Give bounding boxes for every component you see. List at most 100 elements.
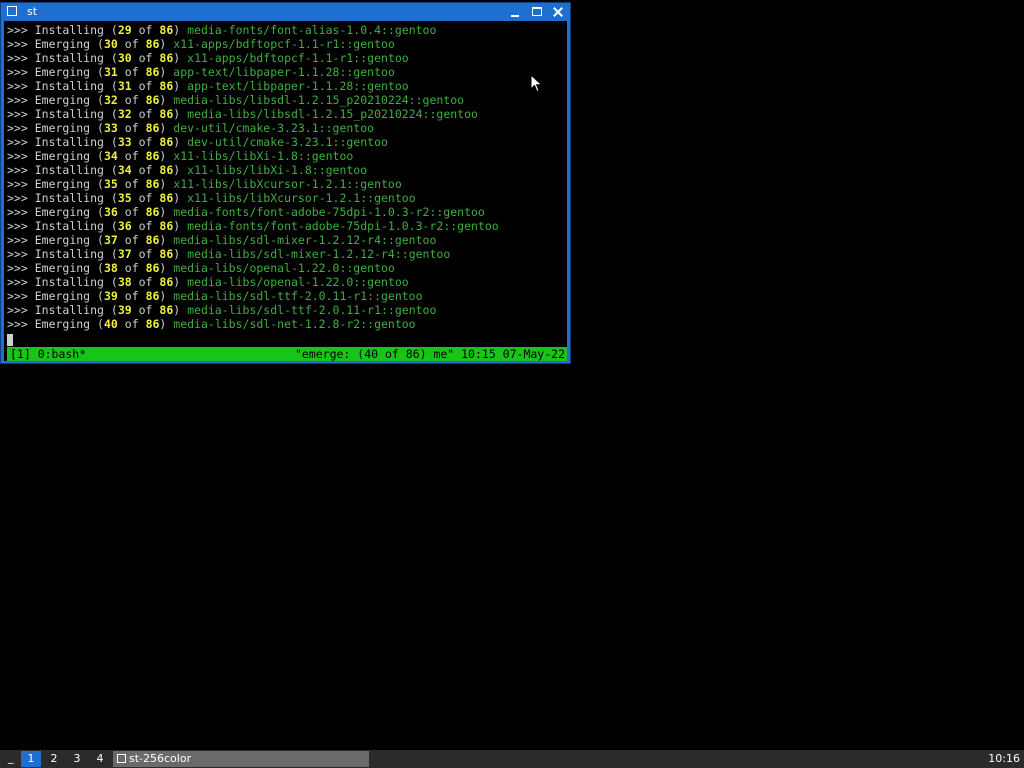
terminal-line-of: of <box>138 163 153 177</box>
terminal-line-of: of <box>124 233 139 247</box>
minimize-button[interactable] <box>507 4 523 20</box>
window-icon <box>117 754 126 763</box>
terminal-line-verb: Installing <box>34 191 104 205</box>
terminal-line-prefix: >>> <box>7 247 28 261</box>
terminal-line: >>> Emerging (32 of 86) media-libs/libsd… <box>7 93 465 107</box>
terminal-line-package: media-libs/openal-1.22.0::gentoo <box>187 275 409 289</box>
terminal-line: >>> Installing (33 of 86) dev-util/cmake… <box>7 135 388 149</box>
terminal-line-total: 86 <box>159 191 174 205</box>
terminal-line-verb: Emerging <box>34 289 91 303</box>
terminal-line-total: 86 <box>145 261 160 275</box>
terminal-line: >>> Installing (30 of 86) x11-apps/bdfto… <box>7 51 409 65</box>
terminal-line-verb: Installing <box>34 135 104 149</box>
terminal-line-verb: Emerging <box>34 37 91 51</box>
terminal-line-of: of <box>124 93 139 107</box>
terminal-window[interactable]: st >>> Installing (29 of 86) media-fonts… <box>0 2 571 364</box>
terminal-line-prefix: >>> <box>7 65 28 79</box>
terminal-line-package: media-libs/sdl-net-1.2.8-r2::gentoo <box>173 317 416 331</box>
terminal-line-counter: 36 <box>103 205 118 219</box>
terminal-output: >>> Installing (29 of 86) media-fonts/fo… <box>7 23 499 331</box>
terminal-line-of: of <box>124 205 139 219</box>
terminal-line-of: of <box>138 23 153 37</box>
panel-clock: 10:16 <box>988 752 1020 765</box>
terminal-line-prefix: >>> <box>7 51 28 65</box>
terminal-line-of: of <box>124 177 139 191</box>
terminal-line-of: of <box>138 191 153 205</box>
terminal-line-prefix: >>> <box>7 135 28 149</box>
terminal-line-total: 86 <box>145 317 160 331</box>
terminal-line-package: media-fonts/font-alias-1.0.4::gentoo <box>187 23 437 37</box>
terminal-line-of: of <box>124 37 139 51</box>
terminal-line: >>> Emerging (30 of 86) x11-apps/bdftopc… <box>7 37 395 51</box>
terminal-line-prefix: >>> <box>7 303 28 317</box>
terminal-line-prefix: >>> <box>7 233 28 247</box>
terminal-line-prefix: >>> <box>7 261 28 275</box>
window-titlebar[interactable]: st <box>1 3 570 21</box>
terminal-line-prefix: >>> <box>7 121 28 135</box>
terminal-line: >>> Emerging (37 of 86) media-libs/sdl-m… <box>7 233 437 247</box>
terminal-line-verb: Emerging <box>34 233 91 247</box>
terminal-line-package: dev-util/cmake-3.23.1::gentoo <box>173 121 375 135</box>
maximize-button[interactable] <box>529 4 545 20</box>
close-button[interactable] <box>550 4 566 20</box>
terminal-line: >>> Emerging (40 of 86) media-libs/sdl-n… <box>7 317 416 331</box>
terminal-line-total: 86 <box>159 51 174 65</box>
terminal-line-counter: 35 <box>103 177 118 191</box>
terminal-line-total: 86 <box>159 163 174 177</box>
terminal-line-counter: 33 <box>103 121 118 135</box>
panel-menu-indicator[interactable]: _ <box>8 750 14 766</box>
terminal-line-verb: Emerging <box>34 261 91 275</box>
taskbar-item-st[interactable]: st-256color <box>113 751 369 767</box>
terminal-line-total: 86 <box>145 121 160 135</box>
terminal-line-prefix: >>> <box>7 219 28 233</box>
terminal-line: >>> Installing (32 of 86) media-libs/lib… <box>7 107 478 121</box>
terminal-line-counter: 34 <box>117 163 132 177</box>
terminal-line-of: of <box>138 107 153 121</box>
terminal-line-counter: 31 <box>103 65 118 79</box>
terminal-line-verb: Emerging <box>34 317 91 331</box>
terminal-line: >>> Installing (36 of 86) media-fonts/fo… <box>7 219 499 233</box>
terminal-line-of: of <box>138 247 153 261</box>
terminal-line: >>> Installing (39 of 86) media-libs/sdl… <box>7 303 437 317</box>
terminal-line-verb: Emerging <box>34 121 91 135</box>
terminal-line-verb: Emerging <box>34 65 91 79</box>
terminal-line-prefix: >>> <box>7 149 28 163</box>
terminal-line-counter: 39 <box>117 303 132 317</box>
workspace-1-button[interactable]: 1 <box>21 751 41 767</box>
terminal-line-verb: Installing <box>34 247 104 261</box>
workspace-3-button[interactable]: 3 <box>67 751 87 767</box>
terminal-line-prefix: >>> <box>7 107 28 121</box>
terminal-line-verb: Installing <box>34 275 104 289</box>
terminal-line-total: 86 <box>145 289 160 303</box>
terminal-line-prefix: >>> <box>7 191 28 205</box>
terminal-line-counter: 30 <box>117 51 132 65</box>
window-menu-icon[interactable] <box>7 6 17 16</box>
terminal-line-of: of <box>124 121 139 135</box>
terminal-line-prefix: >>> <box>7 289 28 303</box>
terminal-line: >>> Installing (34 of 86) x11-libs/libXi… <box>7 163 368 177</box>
terminal-line-package: media-libs/sdl-ttf-2.0.11-r1::gentoo <box>173 289 423 303</box>
terminal-line-of: of <box>124 317 139 331</box>
terminal-line-prefix: >>> <box>7 37 28 51</box>
terminal-line-counter: 38 <box>117 275 132 289</box>
terminal-line-of: of <box>124 149 139 163</box>
terminal-line-package: media-libs/libsdl-1.2.15_p20210224::gent… <box>173 93 465 107</box>
terminal-line-verb: Emerging <box>34 93 91 107</box>
tmux-window-list: [1] 0:bash* <box>10 347 87 361</box>
terminal-line-counter: 31 <box>117 79 132 93</box>
terminal-line-total: 86 <box>159 79 174 93</box>
terminal-line-package: app-text/libpaper-1.1.28::gentoo <box>173 65 395 79</box>
terminal-line-package: media-libs/openal-1.22.0::gentoo <box>173 261 395 275</box>
terminal-line: >>> Installing (35 of 86) x11-libs/libXc… <box>7 191 416 205</box>
workspace-4-button[interactable]: 4 <box>90 751 110 767</box>
terminal-line-total: 86 <box>145 205 160 219</box>
terminal-area[interactable]: >>> Installing (29 of 86) media-fonts/fo… <box>4 21 567 361</box>
terminal-line-total: 86 <box>159 219 174 233</box>
terminal-line-package: media-libs/libsdl-1.2.15_p20210224::gent… <box>187 107 478 121</box>
terminal-line-counter: 37 <box>117 247 132 261</box>
workspace-2-button[interactable]: 2 <box>44 751 64 767</box>
terminal-line-of: of <box>138 135 153 149</box>
terminal-cursor <box>7 334 13 346</box>
terminal-line-total: 86 <box>159 107 174 121</box>
terminal-line-total: 86 <box>145 149 160 163</box>
